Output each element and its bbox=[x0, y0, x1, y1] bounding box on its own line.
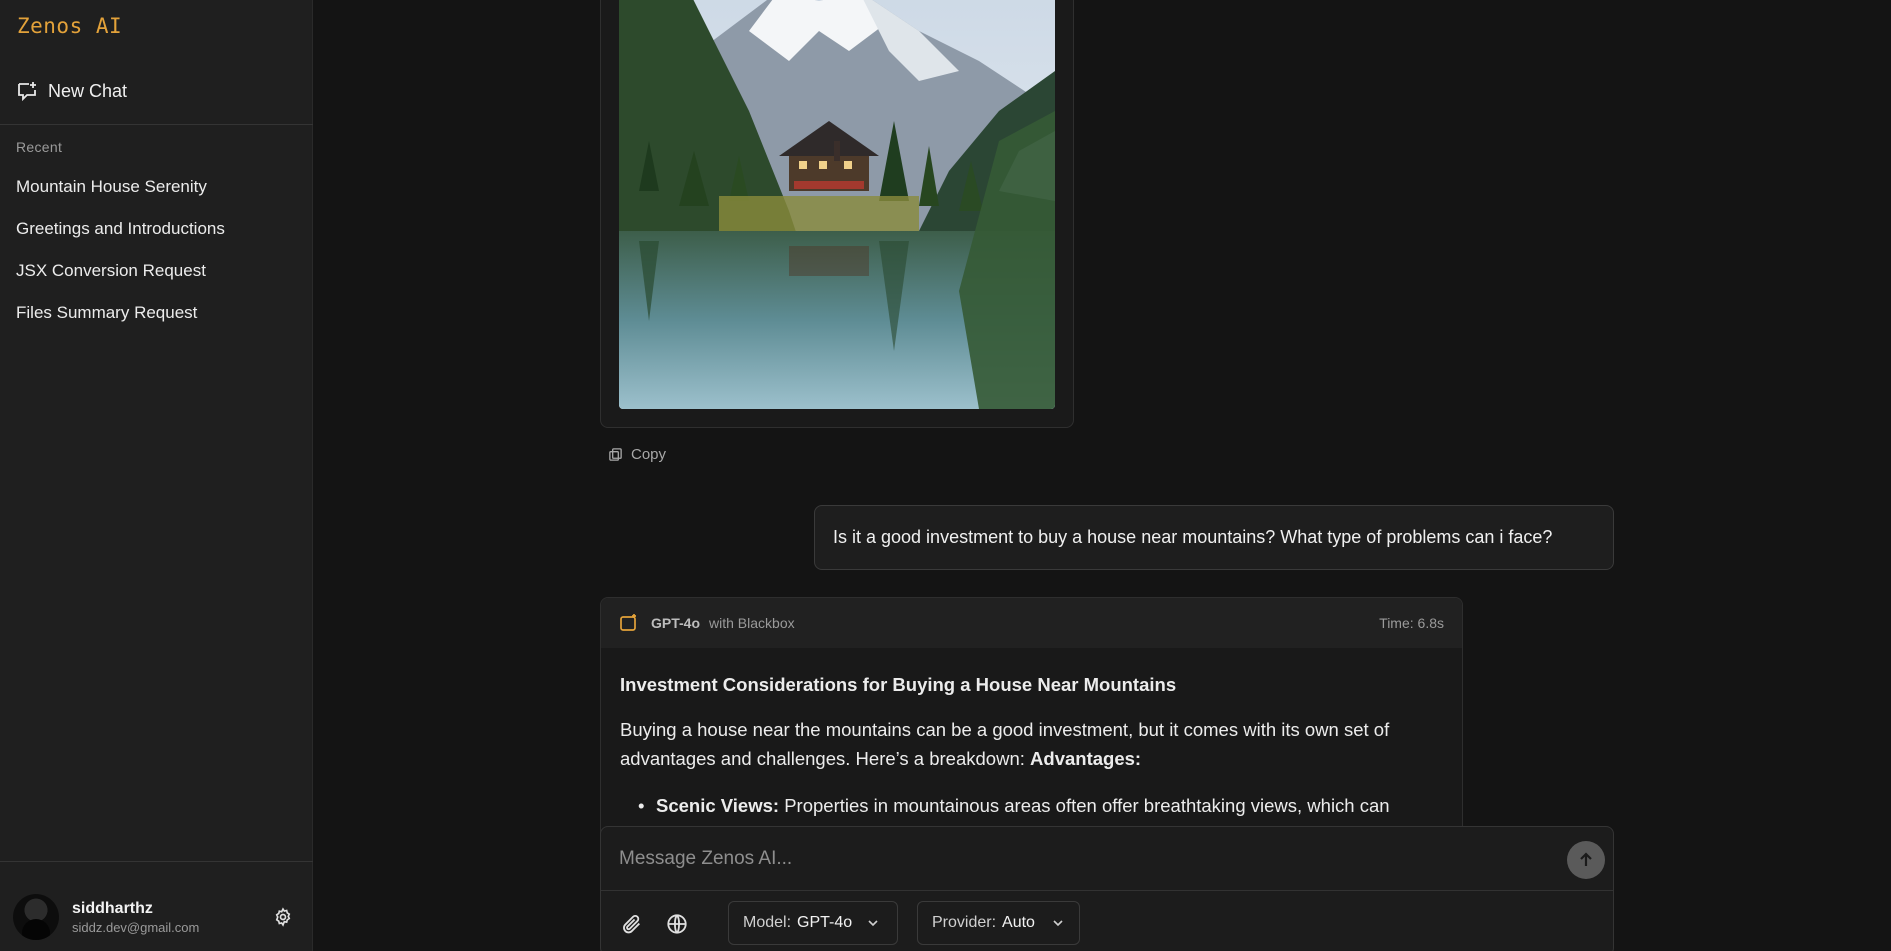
sidebar: Zenos AI New Chat Recent Mountain House … bbox=[0, 0, 313, 951]
generated-image[interactable] bbox=[619, 0, 1055, 409]
sparkle-chat-icon bbox=[620, 614, 636, 631]
user-email: siddz.dev@gmail.com bbox=[72, 919, 200, 935]
composer-divider bbox=[601, 890, 1613, 891]
arrow-up-icon bbox=[1580, 852, 1592, 866]
new-chat-icon bbox=[18, 82, 36, 102]
response-time: Time: 6.8s bbox=[1379, 615, 1444, 631]
list-item-text: Properties in mountainous areas often of… bbox=[779, 795, 1390, 816]
provider-select-value: Auto bbox=[1002, 914, 1035, 931]
user-info: siddharthz siddz.dev@gmail.com bbox=[72, 900, 199, 935]
response-title: Investment Considerations for Buying a H… bbox=[620, 674, 1177, 695]
copy-button[interactable]: Copy bbox=[608, 446, 666, 463]
sidebar-divider bbox=[0, 124, 313, 125]
list-item-bold: Scenic Views: bbox=[656, 795, 780, 816]
user-message: Is it a good investment to buy a house n… bbox=[814, 505, 1614, 570]
response-list: Scenic Views: Properties in mountainous … bbox=[620, 791, 1443, 820]
gear-icon[interactable] bbox=[273, 907, 293, 927]
model-select-label: Model: bbox=[743, 914, 792, 931]
copy-label: Copy bbox=[631, 446, 667, 463]
recent-item-greetings[interactable]: Greetings and Introductions bbox=[0, 208, 313, 250]
recent-list: Mountain House Serenity Greetings and In… bbox=[0, 166, 313, 334]
model-select-value: GPT-4o bbox=[797, 914, 853, 931]
recent-item-files-summary[interactable]: Files Summary Request bbox=[0, 292, 313, 334]
assistant-response: GPT-4o with Blackbox Time: 6.8s Investme… bbox=[600, 597, 1463, 857]
mountain-house-image bbox=[619, 0, 1055, 409]
response-paragraph: Buying a house near the mountains can be… bbox=[620, 715, 1443, 773]
web-search-button[interactable] bbox=[664, 911, 690, 937]
user-divider bbox=[0, 861, 313, 862]
chevron-down-icon bbox=[1053, 920, 1063, 927]
user-profile[interactable]: siddharthz siddz.dev@gmail.com bbox=[13, 894, 303, 940]
response-advantages-heading: Advantages: bbox=[1030, 748, 1142, 769]
globe-icon bbox=[667, 914, 687, 934]
response-model: GPT-4o bbox=[651, 615, 701, 631]
message-input[interactable] bbox=[601, 827, 1611, 890]
provider-select-label: Provider: bbox=[932, 914, 997, 931]
provider-select[interactable]: Provider: Auto bbox=[917, 901, 1080, 945]
new-chat-button[interactable]: New Chat bbox=[16, 76, 296, 106]
copy-icon bbox=[609, 448, 622, 461]
new-chat-label: New Chat bbox=[48, 80, 128, 101]
list-item: Scenic Views: Properties in mountainous … bbox=[638, 791, 1443, 820]
attach-button[interactable] bbox=[619, 911, 645, 937]
recent-item-mountain-house[interactable]: Mountain House Serenity bbox=[0, 166, 313, 208]
chat-main: Copy Is it a good investment to buy a ho… bbox=[314, 0, 1891, 951]
response-header: GPT-4o with Blackbox Time: 6.8s bbox=[601, 598, 1462, 648]
generated-image-card bbox=[600, 0, 1074, 428]
send-button[interactable] bbox=[1567, 841, 1605, 879]
response-body: Investment Considerations for Buying a H… bbox=[601, 648, 1462, 842]
user-name: siddharthz bbox=[72, 899, 153, 917]
response-paragraph-text: Buying a house near the mountains can be… bbox=[620, 719, 1390, 769]
avatar bbox=[13, 894, 59, 940]
paperclip-icon bbox=[623, 914, 640, 934]
recent-item-jsx-conversion[interactable]: JSX Conversion Request bbox=[0, 250, 313, 292]
response-provider: with Blackbox bbox=[709, 615, 795, 631]
model-select[interactable]: Model: GPT-4o bbox=[728, 901, 898, 945]
message-composer: Model: GPT-4o Provider: Auto bbox=[600, 826, 1614, 951]
brand-logo[interactable]: Zenos AI bbox=[17, 14, 122, 38]
recent-label: Recent bbox=[16, 139, 63, 155]
chevron-down-icon bbox=[868, 920, 878, 927]
